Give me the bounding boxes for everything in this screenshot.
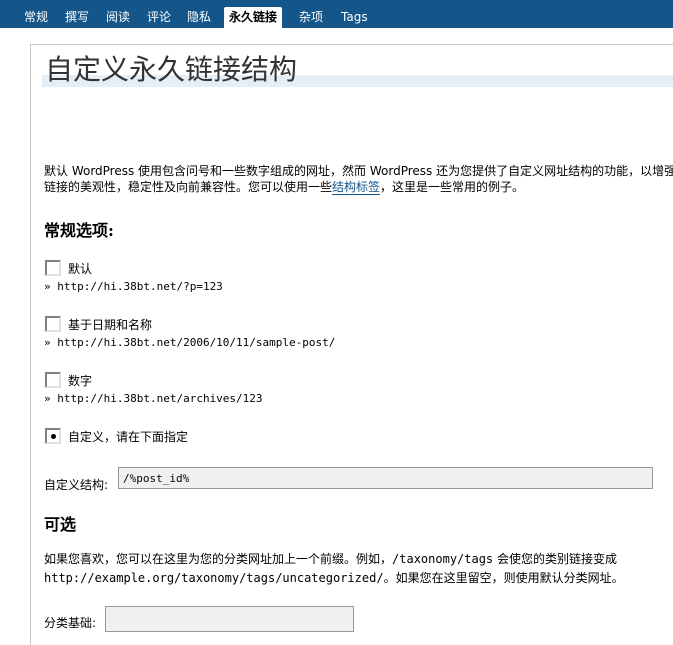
category-base-label: 分类基础: bbox=[44, 616, 97, 630]
tab-tags[interactable]: Tags bbox=[341, 6, 368, 28]
intro-text-line1: 默认 WordPress 使用包含问号和一些数字组成的网址，然而 WordPre… bbox=[44, 164, 673, 178]
radio-date-name[interactable] bbox=[45, 316, 61, 332]
admin-submenu-bar: 常规 撰写 阅读 评论 隐私 永久链接 杂项 Tags bbox=[0, 0, 673, 28]
numeric-example-url: » http://hi.38bt.net/archives/123 bbox=[44, 392, 263, 405]
category-base-input[interactable] bbox=[105, 606, 354, 632]
default-example-url: » http://hi.38bt.net/?p=123 bbox=[44, 280, 223, 293]
radio-custom-label[interactable]: 自定义，请在下面指定 bbox=[68, 429, 188, 445]
radio-numeric-label[interactable]: 数字 bbox=[68, 373, 92, 389]
radio-checked-dot bbox=[51, 434, 56, 439]
intro-text-line2: 链接的美观性，稳定性及向前兼容性。您可以使用一些结构标签，这里是一些常用的例子。 bbox=[44, 179, 524, 195]
radio-custom[interactable] bbox=[45, 428, 61, 444]
intro-text-before-link: 链接的美观性，稳定性及向前兼容性。您可以使用一些 bbox=[44, 180, 333, 194]
optional-text-part: 。如果您在这里留空，则使用默认分类网址。 bbox=[383, 571, 624, 585]
optional-text-part: 会使您的类别链接变成 bbox=[493, 552, 617, 566]
custom-structure-label: 自定义结构: bbox=[44, 478, 109, 492]
optional-text-line2: http://example.org/taxonomy/tags/uncateg… bbox=[44, 570, 624, 586]
date-name-example-url: » http://hi.38bt.net/2006/10/11/sample-p… bbox=[44, 336, 336, 349]
intro-text-after-link: ，这里是一些常用的例子。 bbox=[380, 180, 525, 194]
radio-default-label[interactable]: 默认 bbox=[68, 261, 92, 277]
tab-discussion[interactable]: 评论 bbox=[147, 6, 171, 28]
optional-text-line1: 如果您喜欢，您可以在这里为您的分类网址加上一个前缀。例如，/taxonomy/t… bbox=[44, 551, 617, 567]
optional-text-part: 如果您喜欢，您可以在这里为您的分类网址加上一个前缀。例如， bbox=[44, 552, 393, 566]
tab-permalinks[interactable]: 永久链接 bbox=[224, 7, 283, 28]
example-category-url: http://example.org/taxonomy/tags/uncateg… bbox=[44, 571, 384, 585]
page-title: 自定义永久链接结构 bbox=[45, 53, 298, 86]
common-settings-heading: 常规选项: bbox=[44, 221, 114, 240]
tab-writing[interactable]: 撰写 bbox=[65, 6, 89, 28]
tab-misc[interactable]: 杂项 bbox=[299, 6, 323, 28]
taxonomy-example-code: /taxonomy/tags bbox=[392, 552, 494, 566]
radio-date-name-label[interactable]: 基于日期和名称 bbox=[68, 317, 152, 333]
tab-general[interactable]: 常规 bbox=[24, 6, 48, 28]
radio-numeric[interactable] bbox=[45, 372, 61, 388]
tab-privacy[interactable]: 隐私 bbox=[187, 6, 211, 28]
radio-default[interactable] bbox=[45, 260, 61, 276]
structure-tags-link[interactable]: 结构标签 bbox=[332, 180, 381, 195]
optional-heading: 可选 bbox=[44, 515, 77, 534]
custom-structure-input[interactable] bbox=[118, 467, 653, 489]
tab-reading[interactable]: 阅读 bbox=[106, 6, 130, 28]
